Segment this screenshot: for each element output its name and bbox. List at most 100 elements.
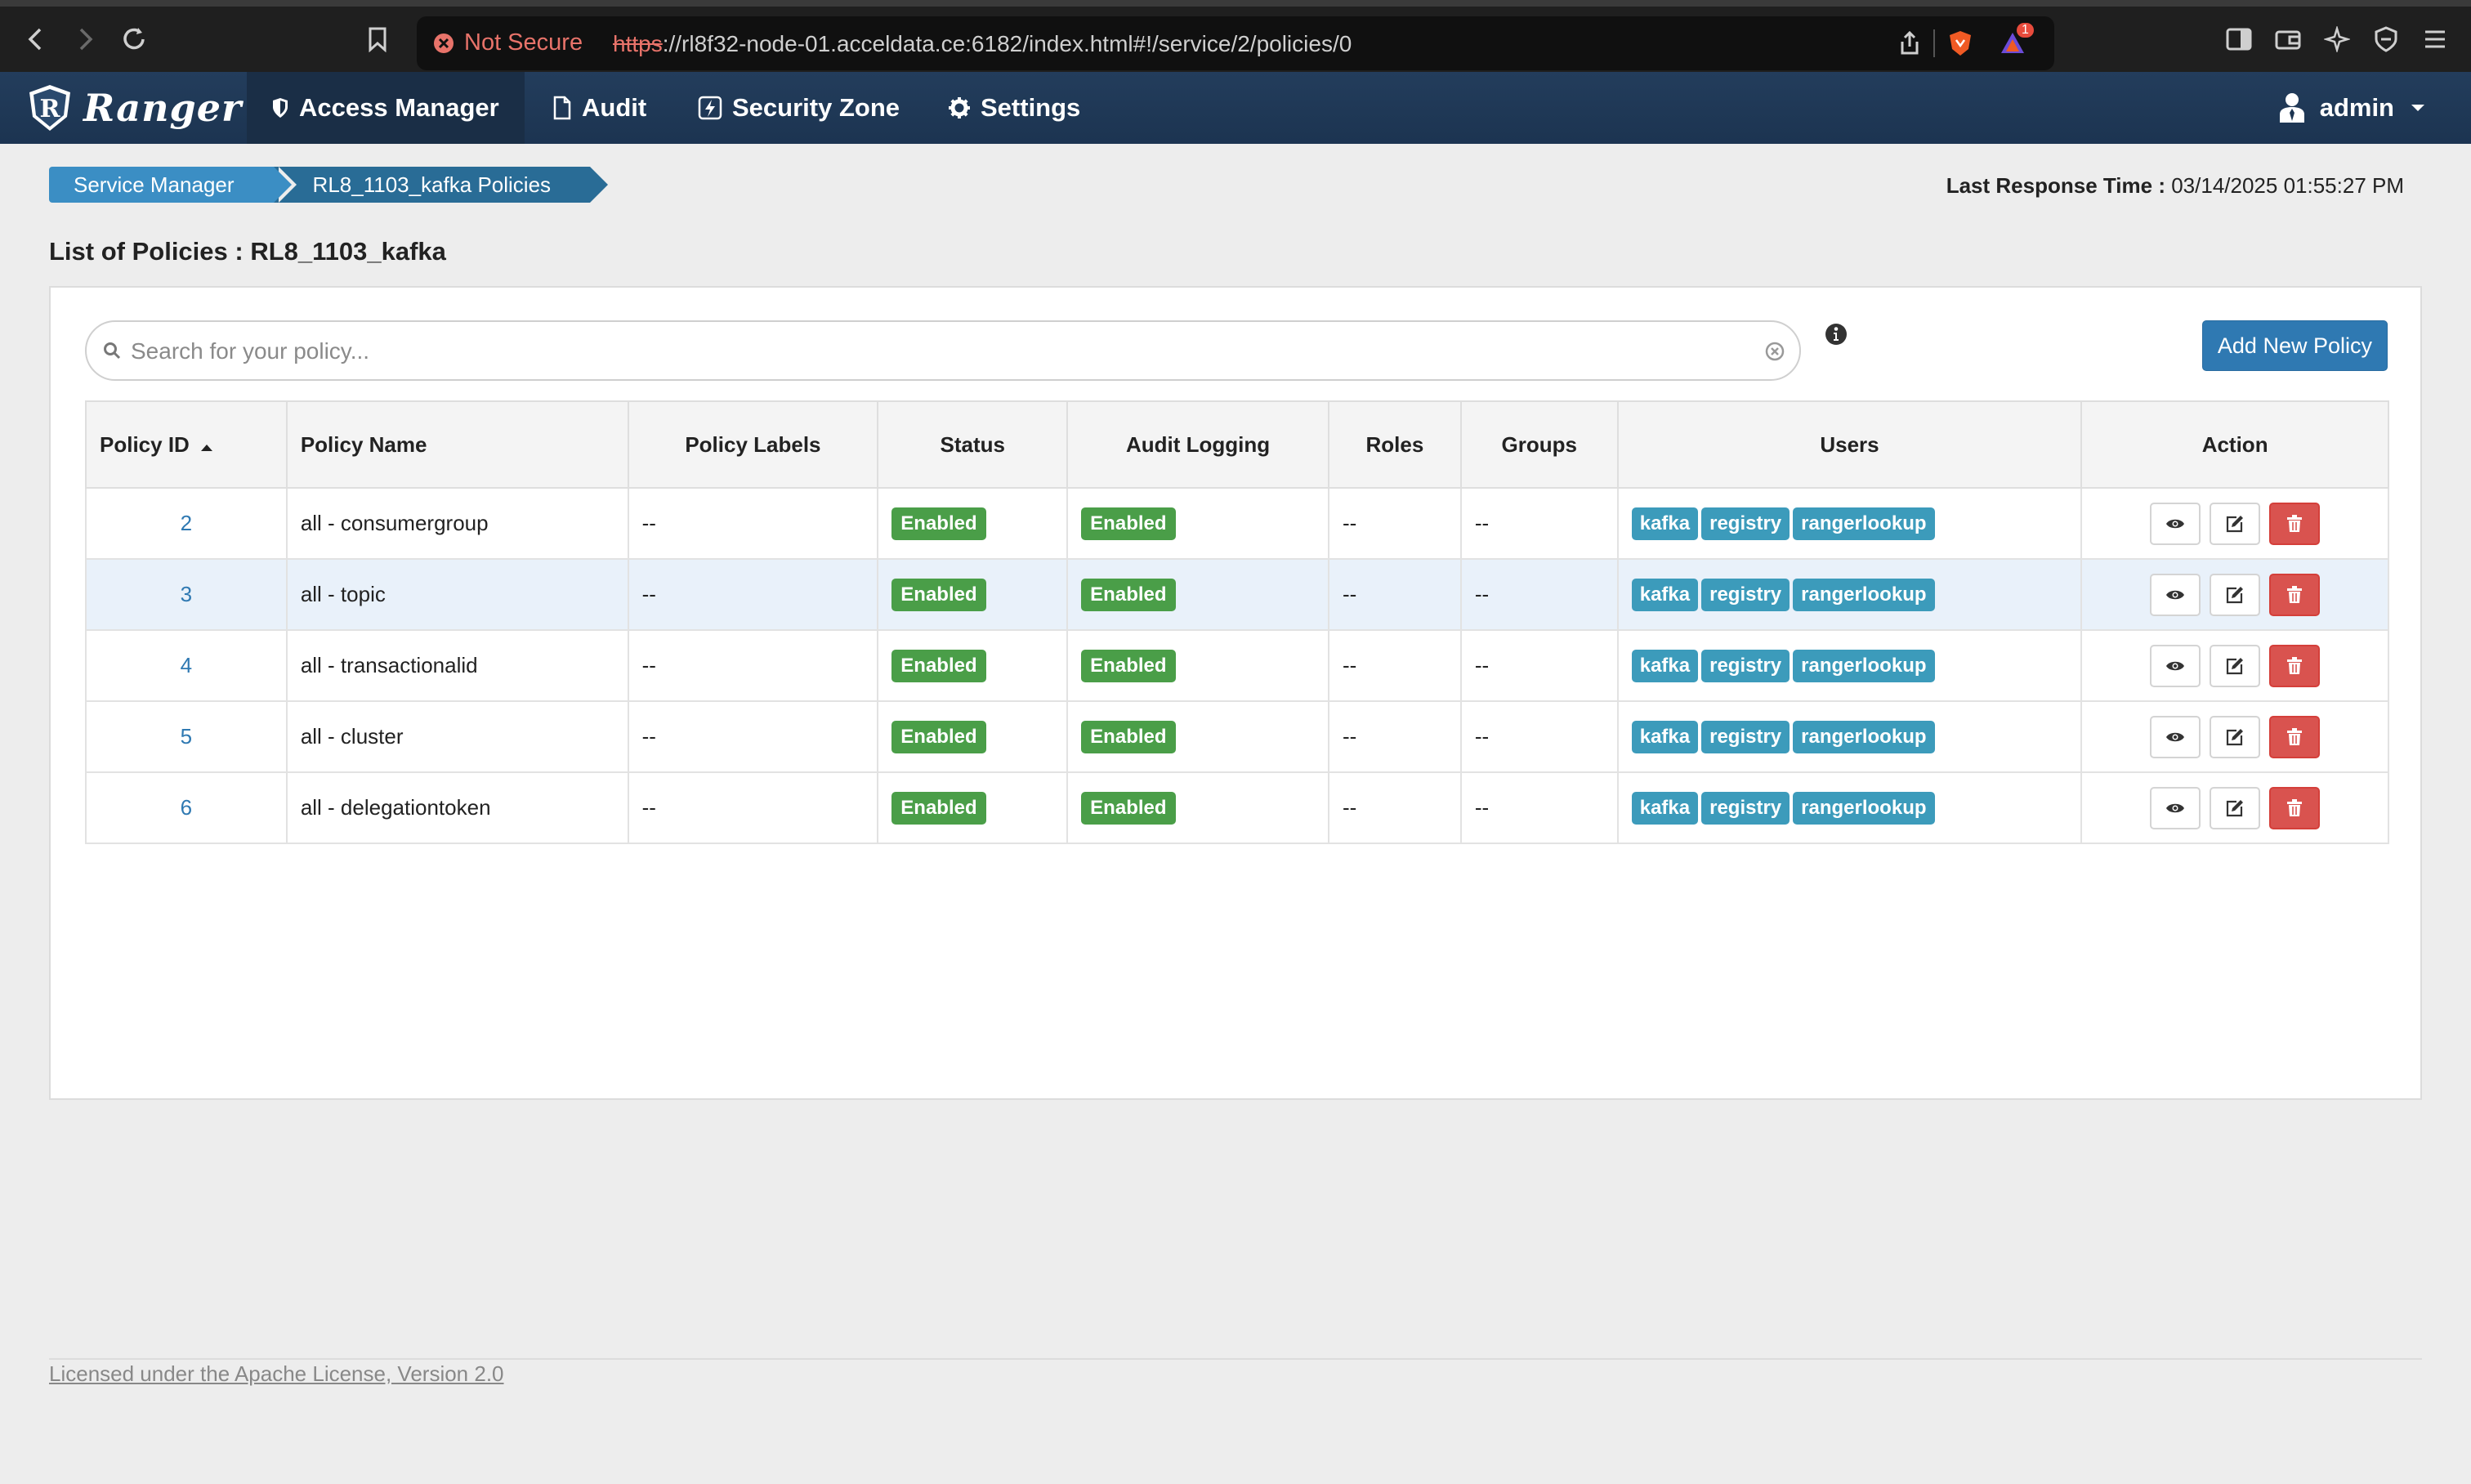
user-badge: registry <box>1701 507 1790 540</box>
nav-access-manager[interactable]: Access Manager <box>247 72 525 144</box>
nav-security-zone[interactable]: Security Zone <box>673 72 924 144</box>
policy-panel: Add New Policy Policy ID Policy Name Pol… <box>49 286 2422 1100</box>
search-input[interactable] <box>129 333 1734 369</box>
status-cell: Enabled <box>877 487 1069 560</box>
user-badge: registry <box>1701 578 1790 611</box>
policy-id-link[interactable]: 3 <box>181 582 192 606</box>
view-policy-button[interactable] <box>2149 502 2201 545</box>
delete-policy-button[interactable] <box>2269 715 2321 758</box>
add-new-policy-button[interactable]: Add New Policy <box>2201 320 2388 371</box>
eye-icon <box>2165 661 2184 670</box>
share-icon[interactable] <box>1896 29 1924 57</box>
user-menu[interactable]: admin <box>2277 72 2425 144</box>
column-header-policy-id[interactable]: Policy ID <box>85 400 288 489</box>
edit-policy-button[interactable] <box>2210 715 2261 758</box>
table-row: 5 all - cluster -- Enabled Enabled -- --… <box>85 700 2389 773</box>
bookmark-icon[interactable] <box>360 21 395 57</box>
sidebar-toggle-icon[interactable] <box>2221 21 2257 57</box>
users-cell: kafka registry rangerlookup <box>1616 771 2083 844</box>
delete-policy-button[interactable] <box>2269 502 2321 545</box>
user-badge: kafka <box>1631 791 1699 825</box>
search-box[interactable] <box>85 320 1801 381</box>
column-header-policy-name: Policy Name <box>285 400 629 489</box>
policy-labels-cell: -- <box>627 771 879 844</box>
breadcrumb: Service Manager RL8_1103_kafka Policies <box>49 167 609 203</box>
user-badge: kafka <box>1631 507 1699 540</box>
info-icon[interactable] <box>1824 322 1848 351</box>
footer-divider <box>49 1358 2422 1360</box>
trash-icon <box>2287 514 2303 532</box>
policy-name-cell: all - delegationtoken <box>285 771 629 844</box>
users-cell: kafka registry rangerlookup <box>1616 629 2083 702</box>
ranger-logo[interactable]: R Ranger <box>25 82 242 134</box>
policy-name-cell: all - cluster <box>285 700 629 773</box>
status-badge: Enabled <box>891 507 986 540</box>
forward-icon[interactable] <box>67 21 103 57</box>
roles-cell: -- <box>1327 558 1462 631</box>
edit-policy-button[interactable] <box>2210 573 2261 616</box>
view-policy-button[interactable] <box>2149 786 2201 829</box>
policy-labels-cell: -- <box>627 700 879 773</box>
trash-icon <box>2287 656 2303 674</box>
clear-search-icon[interactable] <box>1765 342 1785 361</box>
policy-id-link[interactable]: 5 <box>181 724 192 749</box>
page-title: List of Policies : RL8_1103_kafka <box>49 237 446 266</box>
audit-logging-badge: Enabled <box>1081 649 1176 682</box>
delete-policy-button[interactable] <box>2269 786 2321 829</box>
users-cell: kafka registry rangerlookup <box>1616 487 2083 560</box>
brave-shield-icon[interactable] <box>1946 29 1974 57</box>
policy-labels-cell: -- <box>627 629 879 702</box>
edit-policy-button[interactable] <box>2210 644 2261 687</box>
menu-icon[interactable] <box>2417 21 2453 57</box>
view-policy-button[interactable] <box>2149 573 2201 616</box>
action-cell <box>2080 700 2389 773</box>
column-header-action: Action <box>2080 400 2389 489</box>
brave-rewards-icon[interactable]: 1 <box>1999 23 2034 57</box>
delete-policy-button[interactable] <box>2269 573 2321 616</box>
divider <box>1933 29 1935 57</box>
nav-settings[interactable]: Settings <box>923 72 1105 144</box>
brand-name: Ranger <box>83 86 243 130</box>
status-cell: Enabled <box>877 771 1069 844</box>
url-path: ://rl8f32-node-01.acceldata.ce:6182/inde… <box>662 31 1352 56</box>
delete-policy-button[interactable] <box>2269 644 2321 687</box>
groups-cell: -- <box>1459 629 1619 702</box>
vpn-icon[interactable] <box>2368 21 2404 57</box>
breadcrumb-service-manager[interactable]: Service Manager <box>49 167 297 203</box>
security-label: Not Secure <box>464 29 583 56</box>
status-cell: Enabled <box>877 558 1069 631</box>
notification-badge: 1 <box>2017 23 2034 38</box>
audit-logging-badge: Enabled <box>1081 578 1176 611</box>
wallet-icon[interactable] <box>2270 21 2306 57</box>
policy-id-link[interactable]: 6 <box>181 795 192 820</box>
security-indicator[interactable]: Not Secure <box>433 29 583 56</box>
edit-policy-button[interactable] <box>2210 786 2261 829</box>
url-text[interactable]: https://rl8f32-node-01.acceldata.ce:6182… <box>613 31 1352 57</box>
policy-id-link[interactable]: 2 <box>181 511 192 535</box>
view-policy-button[interactable] <box>2149 644 2201 687</box>
reload-icon[interactable] <box>116 21 152 57</box>
trash-icon <box>2287 798 2303 816</box>
column-header-status: Status <box>877 400 1069 489</box>
nav-audit[interactable]: Audit <box>528 72 671 144</box>
policy-id-cell: 3 <box>85 558 288 631</box>
groups-cell: -- <box>1459 487 1619 560</box>
address-bar[interactable]: Not Secure https://rl8f32-node-01.acceld… <box>417 16 2054 70</box>
policy-labels-cell: -- <box>627 487 879 560</box>
audit-logging-cell: Enabled <box>1066 700 1329 773</box>
policy-id-link[interactable]: 4 <box>181 653 192 677</box>
nav-label: Audit <box>582 93 647 122</box>
back-icon[interactable] <box>18 21 54 57</box>
gear-icon <box>949 97 970 118</box>
user-badge: rangerlookup <box>1793 507 1935 540</box>
breadcrumb-policies[interactable]: RL8_1103_kafka Policies <box>273 167 609 203</box>
leo-ai-icon[interactable] <box>2319 21 2355 57</box>
table-header: Policy ID Policy Name Policy Labels Stat… <box>85 400 2389 489</box>
policy-name-cell: all - consumergroup <box>285 487 629 560</box>
edit-policy-button[interactable] <box>2210 502 2261 545</box>
policy-table: Policy ID Policy Name Policy Labels Stat… <box>85 400 2389 844</box>
table-row: 4 all - transactionalid -- Enabled Enabl… <box>85 629 2389 702</box>
svg-text:R: R <box>40 95 61 123</box>
view-policy-button[interactable] <box>2149 715 2201 758</box>
license-link[interactable]: Licensed under the Apache License, Versi… <box>49 1361 504 1387</box>
